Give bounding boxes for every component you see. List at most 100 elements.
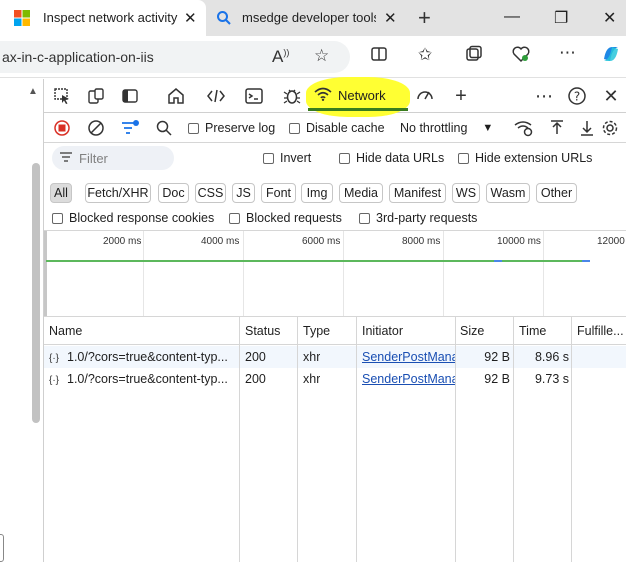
column-divider[interactable] <box>571 317 572 562</box>
favorite-star-icon[interactable]: ☆ <box>314 46 329 66</box>
type-filter-fetch-xhr[interactable]: Fetch/XHR <box>85 183 151 203</box>
copilot-icon[interactable] <box>600 43 622 70</box>
table-row[interactable]: {·} 1.0/?cors=true&content-typ... 200 xhr… <box>44 368 626 390</box>
close-tab-icon[interactable]: ✕ <box>184 9 197 27</box>
read-aloud-icon[interactable]: A)) <box>272 47 289 67</box>
address-text: ax-in-c-application-on-iis <box>2 49 154 65</box>
address-bar[interactable]: ax-in-c-application-on-iis A)) ☆ <box>0 41 350 73</box>
import-har-icon[interactable] <box>546 117 568 139</box>
column-divider[interactable] <box>239 317 240 562</box>
browser-tab-devtools-search[interactable]: msedge developer tools ✕ <box>208 0 408 36</box>
throttling-select[interactable]: No throttling ▼ <box>400 121 493 135</box>
performance-icon[interactable] <box>414 85 436 107</box>
table-row[interactable]: {·} 1.0/?cors=true&content-typ... 200 xhr… <box>44 346 626 368</box>
type-filter-wasm[interactable]: Wasm <box>486 183 530 203</box>
initiator-link[interactable]: SenderPostMana <box>362 372 455 386</box>
new-tab-icon[interactable]: + <box>418 5 431 31</box>
scroll-up-arrow-icon[interactable]: ▲ <box>28 86 38 97</box>
checkbox-box[interactable] <box>289 122 300 134</box>
throttling-value: No throttling <box>400 121 468 135</box>
type-filter-media[interactable]: Media <box>339 183 383 203</box>
status-cell: 200 <box>245 372 266 386</box>
close-devtools-icon[interactable]: ✕ <box>600 85 622 107</box>
split-screen-icon[interactable] <box>370 45 388 68</box>
column-header-name[interactable]: Name <box>49 324 82 338</box>
checkbox-box[interactable] <box>263 152 274 164</box>
type-filter-css[interactable]: CSS <box>195 183 226 203</box>
column-divider[interactable] <box>513 317 514 562</box>
filter-placeholder: Filter <box>79 151 108 166</box>
favorites-icon[interactable]: ✩ <box>418 45 432 65</box>
type-cell: xhr <box>303 350 321 364</box>
column-header-fulfilled[interactable]: Fulfille... <box>577 324 624 338</box>
hide-extension-urls-checkbox[interactable]: Hide extension URLs <box>458 151 592 165</box>
disable-cache-checkbox[interactable]: Disable cache <box>289 121 385 135</box>
checkbox-box[interactable] <box>339 152 350 164</box>
export-har-icon[interactable] <box>576 117 598 139</box>
column-header-size[interactable]: Size <box>460 324 484 338</box>
svg-text:?: ? <box>574 90 580 104</box>
preserve-log-label: Preserve log <box>205 121 276 135</box>
more-menu-icon[interactable]: ⋯ <box>559 43 576 63</box>
column-divider[interactable] <box>455 317 456 562</box>
invert-checkbox[interactable]: Invert <box>263 151 311 165</box>
inspect-element-icon[interactable] <box>51 85 73 107</box>
column-header-time[interactable]: Time <box>519 324 546 338</box>
type-filter-js[interactable]: JS <box>232 183 255 203</box>
help-icon[interactable]: ? <box>566 85 588 107</box>
collections-icon[interactable] <box>465 45 483 68</box>
page-scrollbar[interactable] <box>32 163 40 423</box>
close-window-icon[interactable]: ✕ <box>603 8 616 28</box>
type-filter-all[interactable]: All <box>50 183 72 203</box>
browser-tab-inspect-network[interactable]: Inspect network activity ✕ <box>0 0 206 36</box>
blocked-filters: Blocked response cookies Blocked request… <box>44 205 626 231</box>
minimize-icon[interactable]: — <box>504 8 520 26</box>
type-filter-ws[interactable]: WS <box>452 183 480 203</box>
restore-icon[interactable]: ❐ <box>554 8 568 28</box>
column-divider[interactable] <box>297 317 298 562</box>
hide-data-urls-checkbox[interactable]: Hide data URLs <box>339 151 444 165</box>
type-filter-font[interactable]: Font <box>261 183 296 203</box>
third-party-requests-checkbox[interactable]: 3rd-party requests <box>359 211 477 225</box>
column-divider[interactable] <box>356 317 357 562</box>
column-header-initiator[interactable]: Initiator <box>362 324 403 338</box>
customize-menu-icon[interactable]: ⋯ <box>533 85 555 107</box>
settings-gear-icon[interactable] <box>599 117 621 139</box>
status-cell: 200 <box>245 350 266 364</box>
clear-icon[interactable] <box>85 117 107 139</box>
network-conditions-icon[interactable] <box>513 117 535 139</box>
device-emulation-icon[interactable] <box>85 85 107 107</box>
welcome-home-icon[interactable] <box>165 85 187 107</box>
tab-network[interactable]: Network <box>314 87 386 104</box>
more-tools-plus-icon[interactable]: + <box>450 85 472 107</box>
column-header-status[interactable]: Status <box>245 324 280 338</box>
type-filter-img[interactable]: Img <box>301 183 333 203</box>
close-tab-icon[interactable]: ✕ <box>384 9 397 27</box>
sources-bug-icon[interactable] <box>281 85 303 107</box>
record-stop-icon[interactable] <box>51 117 73 139</box>
type-filter-other[interactable]: Other <box>536 183 577 203</box>
overview-handle[interactable] <box>44 231 47 316</box>
type-filter-doc[interactable]: Doc <box>158 183 189 203</box>
filter-toggle-icon[interactable] <box>119 117 141 139</box>
preserve-log-checkbox[interactable]: Preserve log <box>188 121 275 135</box>
initiator-link[interactable]: SenderPostMana <box>362 350 455 364</box>
tab-title: msedge developer tools <box>242 10 376 25</box>
network-overview-timeline[interactable]: 2000 ms 4000 ms 6000 ms 8000 ms 10000 ms… <box>44 231 626 317</box>
type-filter-manifest[interactable]: Manifest <box>389 183 446 203</box>
browser-essentials-icon[interactable] <box>512 45 530 68</box>
checkbox-box[interactable] <box>229 212 240 224</box>
checkbox-box[interactable] <box>188 122 199 134</box>
column-header-type[interactable]: Type <box>303 324 330 338</box>
filter-input[interactable]: Filter <box>52 146 174 170</box>
dropdown-arrow-icon: ▼ <box>482 122 494 134</box>
checkbox-box[interactable] <box>458 152 469 164</box>
toggle-sidebar-icon[interactable] <box>119 85 141 107</box>
checkbox-box[interactable] <box>359 212 370 224</box>
search-icon[interactable] <box>153 117 175 139</box>
console-icon[interactable] <box>243 85 265 107</box>
blocked-requests-checkbox[interactable]: Blocked requests <box>229 211 342 225</box>
checkbox-box[interactable] <box>52 212 63 224</box>
blocked-response-cookies-checkbox[interactable]: Blocked response cookies <box>52 211 214 225</box>
elements-icon[interactable] <box>205 85 227 107</box>
